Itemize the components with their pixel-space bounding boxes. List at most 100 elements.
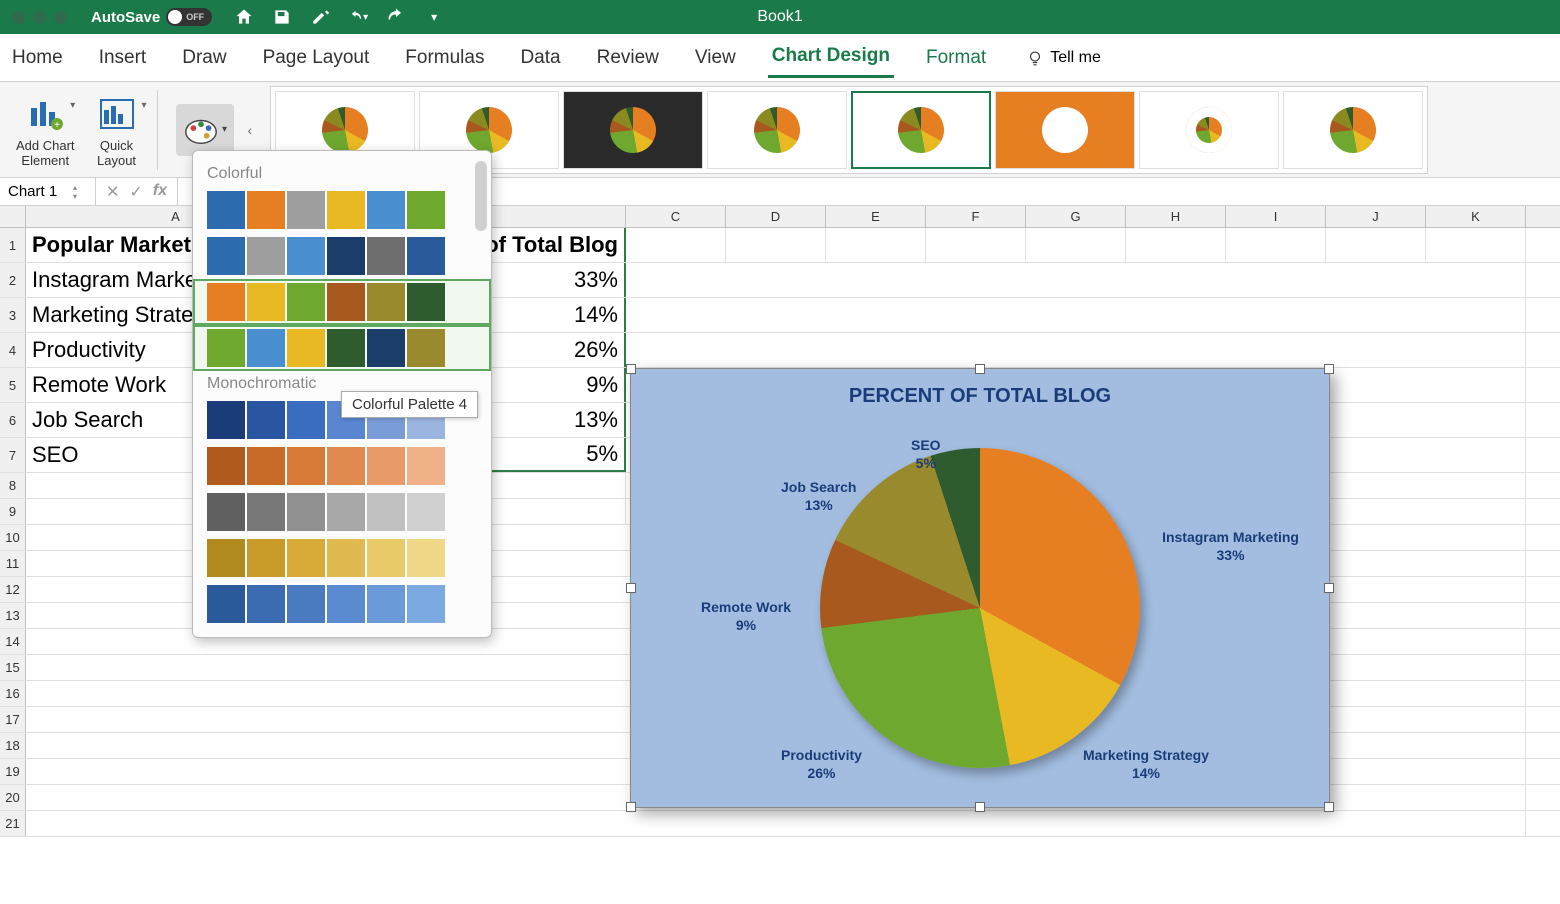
row-header[interactable]: 7 — [0, 438, 26, 472]
row-header[interactable]: 6 — [0, 403, 26, 437]
tab-draw[interactable]: Draw — [178, 39, 230, 77]
palette-row[interactable] — [193, 325, 491, 371]
palette-row[interactable] — [193, 535, 491, 581]
row-header[interactable]: 12 — [0, 577, 26, 602]
cell[interactable] — [626, 298, 1526, 332]
cell[interactable] — [626, 228, 726, 262]
row-header[interactable]: 8 — [0, 473, 26, 498]
tab-page-layout[interactable]: Page Layout — [259, 39, 374, 77]
cell[interactable] — [726, 228, 826, 262]
undo-icon[interactable]: ▾ — [348, 7, 368, 27]
edit-icon[interactable] — [310, 7, 330, 27]
col-header-d[interactable]: D — [726, 206, 826, 227]
tab-home[interactable]: Home — [8, 39, 67, 77]
close-window-icon[interactable] — [12, 11, 25, 24]
name-box-stepper[interactable]: ▴▾ — [73, 183, 87, 201]
pie-plot-area[interactable]: Instagram Marketing33% Marketing Strateg… — [631, 408, 1329, 788]
embedded-pie-chart[interactable]: PERCENT OF TOTAL BLOG Instagram Marketin… — [630, 368, 1330, 808]
cell[interactable] — [1426, 228, 1526, 262]
select-all-corner[interactable] — [0, 206, 26, 227]
tab-chart-design[interactable]: Chart Design — [768, 37, 894, 78]
chart-style-6[interactable] — [995, 91, 1135, 169]
chart-title[interactable]: PERCENT OF TOTAL BLOG — [631, 369, 1329, 408]
cell[interactable] — [926, 228, 1026, 262]
tab-data[interactable]: Data — [516, 39, 564, 77]
palette-row[interactable] — [193, 187, 491, 233]
cell[interactable] — [1226, 228, 1326, 262]
home-icon[interactable] — [234, 7, 254, 27]
tab-format[interactable]: Format — [922, 39, 990, 77]
tab-insert[interactable]: Insert — [95, 39, 151, 77]
palette-row[interactable] — [193, 443, 491, 489]
save-icon[interactable] — [272, 7, 292, 27]
cancel-icon[interactable]: ✕ — [106, 182, 119, 202]
col-header-j[interactable]: J — [1326, 206, 1426, 227]
row-header[interactable]: 5 — [0, 368, 26, 402]
redo-icon[interactable] — [386, 7, 406, 27]
resize-handle[interactable] — [626, 802, 636, 812]
qat-more-icon[interactable]: ▾ — [424, 7, 444, 27]
name-box[interactable]: Chart 1 ▴▾ — [0, 178, 96, 205]
cell[interactable] — [626, 333, 1526, 367]
tab-review[interactable]: Review — [593, 39, 663, 77]
zoom-window-icon[interactable] — [54, 11, 67, 24]
cell[interactable] — [26, 811, 1526, 836]
row-header[interactable]: 21 — [0, 811, 26, 836]
dropdown-scrollbar[interactable] — [475, 161, 487, 231]
col-header-k[interactable]: K — [1426, 206, 1526, 227]
resize-handle[interactable] — [975, 364, 985, 374]
row-header[interactable]: 4 — [0, 333, 26, 367]
cell[interactable] — [626, 263, 1526, 297]
row-header[interactable]: 17 — [0, 707, 26, 732]
add-chart-element-button[interactable]: + ▾ Add Chart Element — [8, 88, 83, 172]
row-header[interactable]: 15 — [0, 655, 26, 680]
quick-layout-button[interactable]: ▾ Quick Layout — [87, 88, 147, 172]
row-header[interactable]: 9 — [0, 499, 26, 524]
row-header[interactable]: 1 — [0, 228, 26, 262]
col-header-e[interactable]: E — [826, 206, 926, 227]
chart-style-8[interactable] — [1283, 91, 1423, 169]
resize-handle[interactable] — [1324, 802, 1334, 812]
autosave-toggle[interactable]: OFF — [166, 8, 212, 26]
tell-me-search[interactable]: Tell me — [1026, 49, 1101, 67]
row-header[interactable]: 19 — [0, 759, 26, 784]
col-header-g[interactable]: G — [1026, 206, 1126, 227]
row-header[interactable]: 18 — [0, 733, 26, 758]
row-header[interactable]: 20 — [0, 785, 26, 810]
cell[interactable] — [826, 228, 926, 262]
palette-row[interactable] — [193, 581, 491, 627]
col-header-h[interactable]: H — [1126, 206, 1226, 227]
chart-style-5[interactable] — [851, 91, 991, 169]
row-header[interactable]: 10 — [0, 525, 26, 550]
enter-icon[interactable]: ✓ — [129, 182, 142, 202]
cell[interactable] — [1326, 228, 1426, 262]
resize-handle[interactable] — [626, 364, 636, 374]
row-header[interactable]: 14 — [0, 629, 26, 654]
resize-handle[interactable] — [1324, 364, 1334, 374]
palette-row[interactable] — [193, 489, 491, 535]
fx-icon[interactable]: fx — [153, 182, 167, 202]
col-header-i[interactable]: I — [1226, 206, 1326, 227]
tab-formulas[interactable]: Formulas — [401, 39, 488, 77]
palette-row[interactable] — [193, 279, 491, 325]
row-header[interactable]: 16 — [0, 681, 26, 706]
autosave-control[interactable]: AutoSave OFF — [91, 8, 212, 26]
row-header[interactable]: 13 — [0, 603, 26, 628]
resize-handle[interactable] — [975, 802, 985, 812]
palette-row[interactable] — [193, 233, 491, 279]
pie-thumb-icon — [322, 107, 368, 153]
chart-style-7[interactable] — [1139, 91, 1279, 169]
cell[interactable] — [1026, 228, 1126, 262]
chart-style-3[interactable] — [563, 91, 703, 169]
col-header-f[interactable]: F — [926, 206, 1026, 227]
chart-style-4[interactable] — [707, 91, 847, 169]
row-header[interactable]: 3 — [0, 298, 26, 332]
pie-slices[interactable] — [820, 448, 1140, 768]
col-header-c[interactable]: C — [626, 206, 726, 227]
tab-view[interactable]: View — [691, 39, 740, 77]
row-header[interactable]: 2 — [0, 263, 26, 297]
chart-styles-prev[interactable]: ‹ — [246, 122, 255, 138]
cell[interactable] — [1126, 228, 1226, 262]
row-header[interactable]: 11 — [0, 551, 26, 576]
minimize-window-icon[interactable] — [33, 11, 46, 24]
